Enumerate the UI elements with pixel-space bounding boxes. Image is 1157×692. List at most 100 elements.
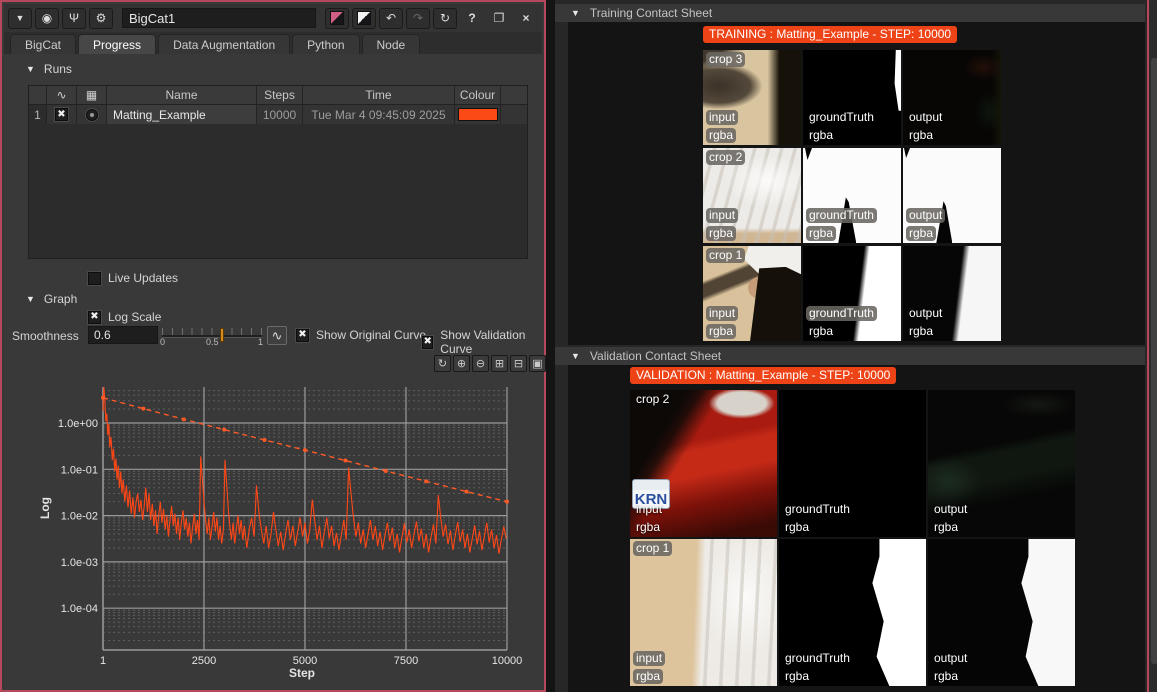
show-original-curve-row[interactable]: ✖ Show Original Curve [296, 328, 426, 342]
run-colour-swatch[interactable] [458, 108, 498, 121]
training-crop3-groundtruth-image[interactable]: groundTruth rgba [803, 50, 901, 145]
slider-tick-0: 0 [160, 337, 165, 347]
role-label: output [906, 208, 945, 223]
float-panel-icon: ❐ [494, 11, 505, 25]
crop-label: crop 3 [706, 52, 745, 67]
show-original-curve-checkbox[interactable]: ✖ [296, 329, 309, 342]
channel-label: rgba [782, 669, 812, 684]
slider-ticks [162, 328, 262, 335]
curve-editor-button[interactable]: ∿ [267, 326, 287, 345]
training-crop2-output-image[interactable]: output rgba [903, 148, 1001, 243]
loss-graph-canvas[interactable]: 1.0e+001.0e-011.0e-021.0e-031.0e-0412500… [4, 373, 542, 690]
crop-label: crop 2 [633, 392, 672, 407]
panel-menu-button[interactable]: ▼ [8, 8, 32, 29]
curve-column-icon: ∿ [56, 88, 66, 102]
plug-button[interactable]: Ψ [62, 8, 86, 29]
run-name-cell[interactable]: Matting_Example [107, 105, 257, 124]
log-scale-checkbox-row[interactable]: ✖ Log Scale [88, 310, 161, 324]
zoom-region-in-button[interactable]: ⊞ [491, 355, 508, 372]
close-panel-button[interactable]: × [514, 8, 538, 29]
zoom-region-out-icon: ⊟ [514, 357, 523, 370]
slider-tick-05: 0.5 [206, 337, 219, 347]
training-sheet-header[interactable]: ▼ Training Contact Sheet [555, 4, 1145, 22]
help-button[interactable]: ? [460, 8, 484, 29]
role-label: groundTruth [782, 502, 853, 517]
center-node-button[interactable]: ◉ [35, 8, 59, 29]
scrollbar-thumb[interactable] [1151, 58, 1157, 664]
channel-label: rgba [806, 324, 836, 339]
redo-icon: ↷ [413, 11, 423, 25]
live-updates-checkbox[interactable] [88, 272, 101, 285]
loss-graph[interactable]: 1.0e+001.0e-011.0e-021.0e-031.0e-0412500… [4, 373, 542, 690]
validation-banner: VALIDATION : Matting_Example - STEP: 100… [630, 367, 896, 384]
column-header-colour[interactable]: Colour [455, 86, 501, 104]
show-validation-curve-row[interactable]: ✖ Show Validation Curve [422, 328, 542, 356]
tab-node[interactable]: Node [362, 34, 421, 54]
log-scale-label: Log Scale [108, 310, 161, 324]
validation-crop1-output-image[interactable]: output rgba [928, 539, 1075, 686]
training-crop1-input-image[interactable]: crop 1 input rgba [703, 246, 801, 341]
training-crop1-output-image[interactable]: output rgba [903, 246, 1001, 341]
validation-crop2-input-image[interactable]: crop 2 KRN input rgba [630, 390, 777, 537]
tab-progress[interactable]: Progress [78, 34, 156, 54]
smoothness-input[interactable] [88, 326, 158, 344]
tab-bigcat[interactable]: BigCat [10, 34, 76, 54]
role-label: groundTruth [806, 306, 877, 321]
column-header-time[interactable]: Time [303, 86, 455, 104]
zoom-out-button[interactable]: ⊖ [472, 355, 489, 372]
wrench-icon: ⚙ [96, 11, 107, 25]
column-header-steps[interactable]: Steps [257, 86, 303, 104]
show-original-curve-label: Show Original Curve [316, 328, 426, 342]
revert-button[interactable]: ↻ [433, 8, 457, 29]
column-header-name[interactable]: Name [107, 86, 257, 104]
application-window: ▼ ◉ Ψ ⚙ ↶ ↷ ↻ ? ❐ × BigCat Progress Data… [0, 0, 1157, 692]
training-crop3-input-image[interactable]: crop 3 input rgba [703, 50, 801, 145]
fit-view-button[interactable]: ▣ [529, 355, 546, 372]
collapse-triangle-icon: ▼ [571, 8, 580, 18]
validation-crop2-output-image[interactable]: output rgba [928, 390, 1075, 537]
tab-data-augmentation[interactable]: Data Augmentation [158, 34, 290, 54]
graph-group-header[interactable]: ▼ Graph [26, 292, 77, 306]
runs-group-header[interactable]: ▼ Runs [26, 62, 72, 76]
node-color-swatch-icon [330, 11, 344, 25]
show-validation-curve-label: Show Validation Curve [440, 328, 542, 356]
slider-handle[interactable] [220, 328, 224, 342]
column-sheet-toggle[interactable]: ▦ [77, 86, 107, 104]
svg-text:1: 1 [100, 655, 106, 667]
undo-button[interactable]: ↶ [379, 8, 403, 29]
tab-python[interactable]: Python [292, 34, 359, 54]
validation-crop1-groundtruth-image[interactable]: groundTruth rgba [779, 539, 926, 686]
live-updates-checkbox-row[interactable]: Live Updates [88, 271, 178, 285]
validation-crop1-input-image[interactable]: crop 1 input rgba [630, 539, 777, 686]
smoothness-slider[interactable]: 0 0.5 1 [162, 326, 262, 346]
training-crop2-input-image[interactable]: crop 2 input rgba [703, 148, 801, 243]
zoom-in-button[interactable]: ⊕ [453, 355, 470, 372]
role-label: input [706, 306, 738, 321]
node-color-button[interactable] [325, 8, 349, 29]
channel-label: rgba [931, 669, 961, 684]
live-updates-label: Live Updates [108, 271, 178, 285]
validation-crop2-groundtruth-image[interactable]: groundTruth rgba [779, 390, 926, 537]
svg-text:1.0e-02: 1.0e-02 [61, 511, 98, 523]
wrench-button[interactable]: ⚙ [89, 8, 113, 29]
validation-sheet-header[interactable]: ▼ Validation Contact Sheet [555, 347, 1145, 365]
run-sheet-radio[interactable] [86, 109, 98, 121]
run-visible-checkbox[interactable]: ✖ [55, 108, 68, 121]
display-style-button[interactable] [352, 8, 376, 29]
log-scale-checkbox[interactable]: ✖ [88, 311, 101, 324]
training-crop3-output-image[interactable]: output rgba [903, 50, 1001, 145]
show-validation-curve-checkbox[interactable]: ✖ [422, 336, 433, 349]
reset-view-button[interactable]: ↻ [434, 355, 451, 372]
node-name-input[interactable] [122, 8, 316, 28]
float-panel-button[interactable]: ❐ [487, 8, 511, 29]
table-row[interactable]: 1 ✖ Matting_Example 10000 Tue Mar 4 09:4… [29, 105, 527, 124]
vertical-scrollbar[interactable] [1147, 0, 1157, 692]
run-steps-cell: 10000 [257, 105, 303, 124]
training-crop1-groundtruth-image[interactable]: groundTruth rgba [803, 246, 901, 341]
redo-button[interactable]: ↷ [406, 8, 430, 29]
role-label: groundTruth [782, 651, 853, 666]
training-crop2-groundtruth-image[interactable]: groundTruth rgba [803, 148, 901, 243]
slider-tick-1: 1 [258, 337, 263, 347]
column-curve-toggle[interactable]: ∿ [47, 86, 77, 104]
zoom-region-out-button[interactable]: ⊟ [510, 355, 527, 372]
